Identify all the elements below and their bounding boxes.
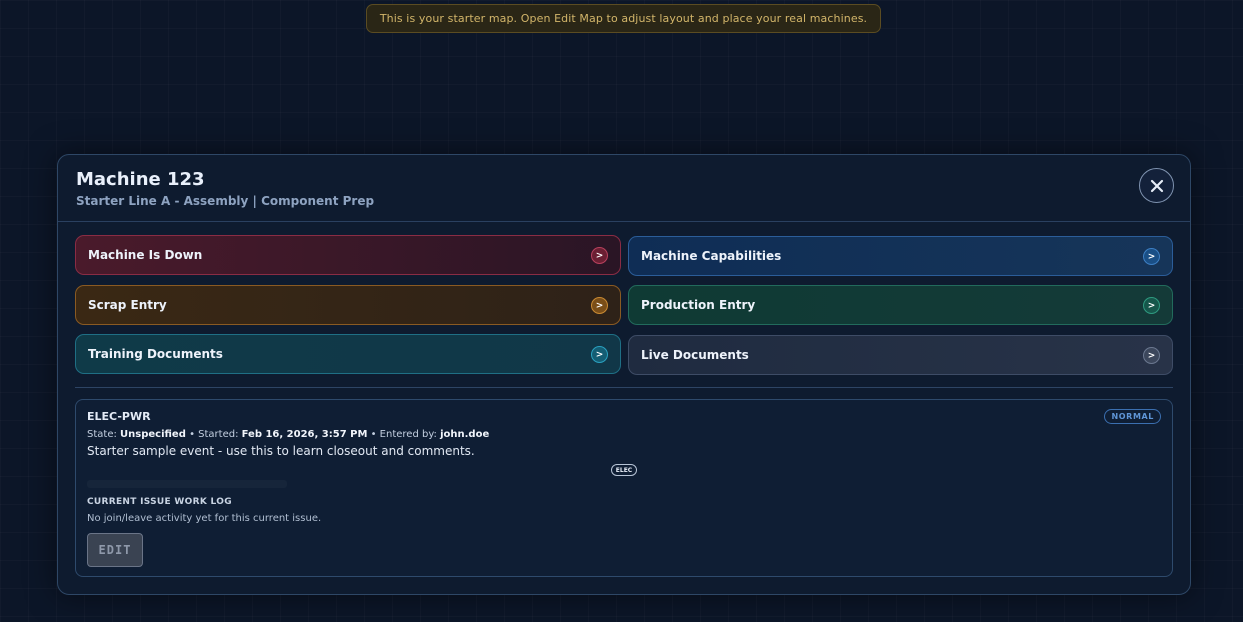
action-label: Machine Is Down (88, 248, 203, 262)
state-value: Unspecified (120, 429, 186, 440)
chevron-right-icon: > (1143, 248, 1160, 265)
machine-subtitle: Starter Line A - Assembly | Component Pr… (76, 194, 375, 208)
scrap-entry-button[interactable]: Scrap Entry > (75, 285, 621, 325)
machine-is-down-button[interactable]: Machine Is Down > (75, 235, 621, 275)
entered-by-value: john.doe (440, 429, 490, 440)
entered-label: • Entered by: (370, 429, 437, 440)
started-label: • Started: (189, 429, 239, 440)
event-description: Starter sample event - use this to learn… (87, 444, 475, 458)
modal-header: Machine 123 Starter Line A - Assembly | … (58, 155, 1190, 222)
event-code: ELEC-PWR (87, 410, 151, 423)
elec-tag[interactable]: ELEC (611, 464, 637, 476)
work-log-text: No join/leave activity yet for this curr… (87, 513, 322, 524)
action-label: Training Documents (88, 347, 223, 361)
action-label: Live Documents (641, 348, 749, 362)
chevron-right-icon: > (591, 247, 608, 264)
work-log-title: CURRENT ISSUE WORK LOG (87, 497, 232, 507)
chevron-right-icon: > (1143, 297, 1160, 314)
machine-modal: Machine 123 Starter Line A - Assembly | … (57, 154, 1191, 595)
machine-title: Machine 123 (76, 169, 205, 190)
training-documents-button[interactable]: Training Documents > (75, 334, 621, 374)
action-label: Machine Capabilities (641, 249, 782, 263)
edit-button[interactable]: EDIT (87, 533, 143, 567)
machine-capabilities-button[interactable]: Machine Capabilities > (628, 236, 1173, 276)
production-entry-button[interactable]: Production Entry > (628, 285, 1173, 325)
chevron-right-icon: > (591, 297, 608, 314)
faded-text-placeholder (87, 480, 287, 488)
event-card: ELEC-PWR NORMAL State: Unspecified • Sta… (75, 399, 1173, 577)
close-button[interactable] (1139, 168, 1174, 203)
action-label: Production Entry (641, 298, 756, 312)
action-label: Scrap Entry (88, 298, 167, 312)
state-label: State: (87, 429, 117, 440)
close-icon (1150, 179, 1163, 192)
chevron-right-icon: > (591, 346, 608, 363)
section-divider (75, 387, 1173, 388)
chevron-right-icon: > (1143, 347, 1160, 364)
starter-map-banner: This is your starter map. Open Edit Map … (366, 4, 881, 33)
status-badge: NORMAL (1104, 409, 1161, 424)
event-meta: State: Unspecified • Started: Feb 16, 20… (87, 429, 489, 440)
started-value: Feb 16, 2026, 3:57 PM (241, 429, 368, 440)
live-documents-button[interactable]: Live Documents > (628, 335, 1173, 375)
